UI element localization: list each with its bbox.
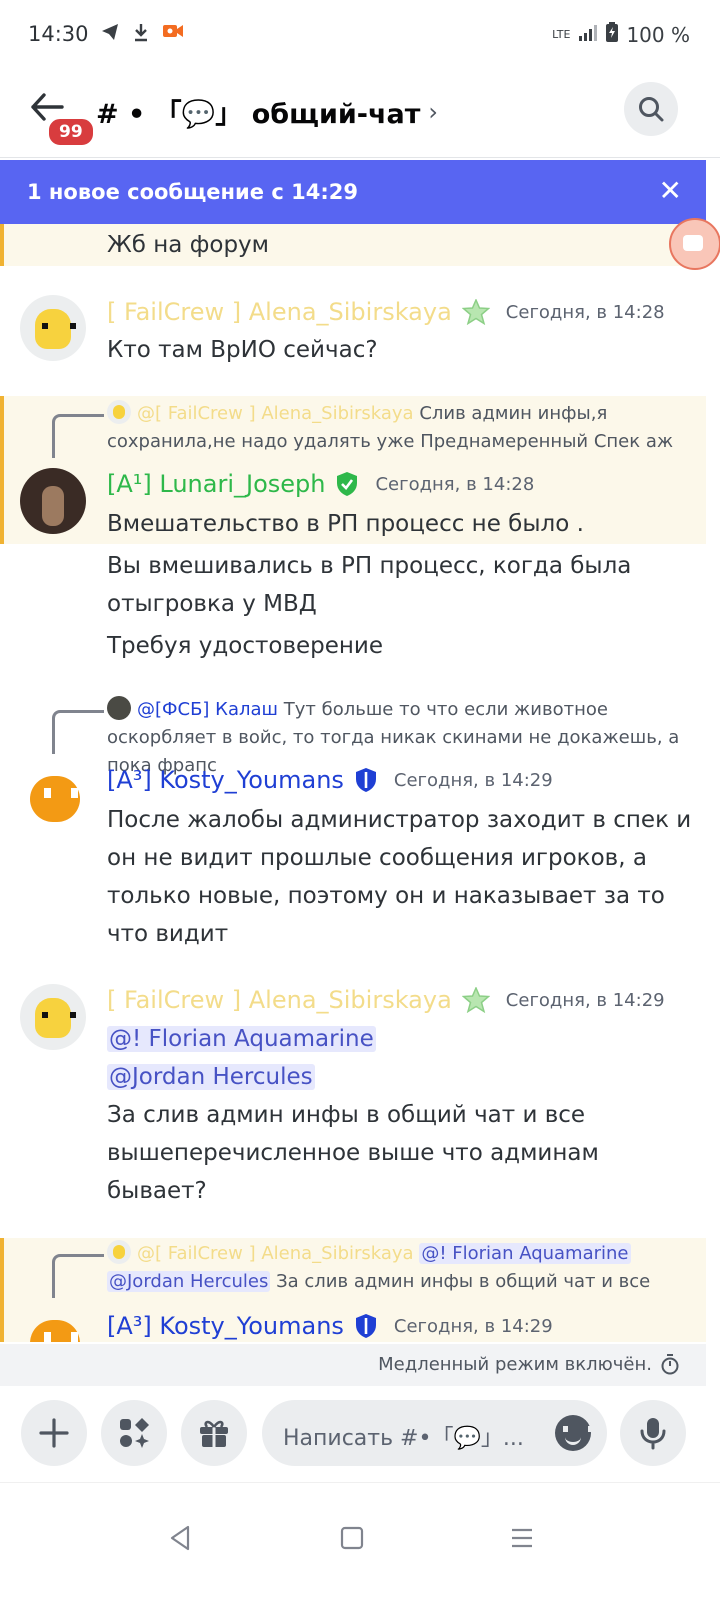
message-text: Жб на форум bbox=[107, 232, 270, 258]
message-text: Кто там ВрИО сейчас? bbox=[107, 337, 378, 363]
download-icon bbox=[132, 22, 150, 47]
network-label: LTE bbox=[552, 28, 571, 41]
new-messages-text: 1 новое сообщение с 14:29 bbox=[27, 180, 358, 204]
mention-line: @! Florian Aquamarine bbox=[107, 1020, 697, 1058]
avatar[interactable] bbox=[20, 764, 86, 830]
reply-preview[interactable]: @[ FailCrew ] Alena_Sibirskaya Слив адми… bbox=[52, 400, 692, 458]
message-header: [A¹] Lunari_Joseph Сегодня, в 14:28 bbox=[107, 470, 534, 498]
close-icon[interactable]: ✕ bbox=[659, 174, 682, 207]
apps-icon bbox=[120, 1418, 149, 1448]
avatar[interactable] bbox=[20, 295, 86, 361]
home-square-icon bbox=[340, 1526, 364, 1550]
message-text: Требуя удостоверение bbox=[107, 633, 384, 659]
message-text: После жалобы администратор заходит в спе… bbox=[107, 807, 692, 947]
back-triangle-icon bbox=[170, 1525, 190, 1551]
user-mention[interactable]: @! Florian Aquamarine bbox=[107, 1026, 376, 1052]
reply-author: @[ FailCrew ] Alena_Sibirskaya bbox=[137, 403, 414, 424]
author-name[interactable]: [ FailCrew ] Alena_Sibirskaya bbox=[107, 986, 452, 1014]
message-text: За слив админ инфы в общий чат и все выш… bbox=[107, 1102, 599, 1204]
channel-title[interactable]: # • 「💬」 общий-чат › bbox=[96, 92, 438, 131]
nav-home-button[interactable] bbox=[327, 1513, 377, 1563]
channel-name: # • 「💬」 общий-чат bbox=[96, 99, 421, 130]
channel-header: 99 # • 「💬」 общий-чат › bbox=[0, 72, 720, 158]
message-header: [ FailCrew ] Alena_Sibirskaya Сегодня, в… bbox=[107, 986, 665, 1014]
star-icon bbox=[461, 299, 490, 325]
reply-avatar bbox=[107, 1240, 131, 1264]
avatar[interactable] bbox=[20, 468, 86, 534]
author-name[interactable]: [A¹] Lunari_Joseph bbox=[107, 470, 325, 498]
timestamp: Сегодня, в 14:29 bbox=[505, 989, 665, 1011]
signal-icon bbox=[578, 23, 598, 47]
reply-author: @[ФСБ] Калаш bbox=[137, 699, 278, 720]
emoji-icon[interactable] bbox=[555, 1415, 593, 1451]
timestamp: Сегодня, в 14:28 bbox=[505, 301, 665, 323]
reply-connector bbox=[52, 710, 104, 754]
message-header: [ FailCrew ] Alena_Sibirskaya Сегодня, в… bbox=[107, 298, 665, 326]
gift-icon bbox=[200, 1420, 228, 1447]
microphone-icon bbox=[640, 1418, 666, 1450]
gift-button[interactable] bbox=[181, 1400, 247, 1466]
message-header: [A³] Kosty_Youmans Сегодня, в 14:29 bbox=[107, 766, 553, 794]
timer-icon bbox=[661, 1354, 679, 1375]
reply-connector bbox=[52, 1254, 104, 1298]
timestamp: Сегодня, в 14:29 bbox=[393, 769, 553, 791]
slow-mode-text: Медленный режим включён. bbox=[378, 1354, 652, 1375]
timestamp: Сегодня, в 14:28 bbox=[375, 473, 535, 495]
camera-icon bbox=[162, 22, 184, 47]
user-mention[interactable]: @Jordan Hercules bbox=[107, 1064, 315, 1090]
message-composer: Написать #•「💬」... bbox=[0, 1386, 720, 1482]
star-icon bbox=[461, 987, 490, 1013]
reply-content: @[ FailCrew ] Alena_Sibirskaya Слив адми… bbox=[107, 400, 697, 456]
attach-button[interactable] bbox=[21, 1400, 87, 1466]
message-input[interactable]: Написать #•「💬」... bbox=[262, 1400, 607, 1466]
unread-badge: 99 bbox=[46, 116, 96, 148]
status-time: 14:30 bbox=[28, 22, 89, 46]
voice-button[interactable] bbox=[620, 1400, 686, 1466]
search-button[interactable] bbox=[624, 82, 678, 136]
slow-mode-bar: Медленный режим включён. bbox=[0, 1344, 706, 1386]
menu-lines-icon bbox=[512, 1528, 532, 1548]
reply-avatar bbox=[107, 400, 131, 424]
system-navigation-bar bbox=[0, 1482, 720, 1600]
author-name[interactable]: [A³] Kosty_Youmans bbox=[107, 1312, 344, 1340]
shield-icon bbox=[355, 768, 376, 792]
battery-icon bbox=[606, 22, 619, 47]
search-icon bbox=[639, 97, 664, 122]
message-text: Вы вмешивались в РП процесс, когда была … bbox=[107, 553, 632, 617]
reply-content: @[ FailCrew ] Alena_Sibirskaya @! Floria… bbox=[107, 1240, 697, 1296]
mention-line: @Jordan Hercules bbox=[107, 1058, 697, 1096]
apps-button[interactable] bbox=[101, 1400, 167, 1466]
telegram-icon bbox=[100, 22, 120, 47]
user-mention: @! Florian Aquamarine bbox=[419, 1243, 631, 1264]
reply-connector bbox=[52, 414, 104, 458]
message-text: Вмешательство в РП процесс не было . bbox=[107, 511, 584, 537]
nav-recents-button[interactable] bbox=[497, 1513, 547, 1563]
reply-preview[interactable]: @[ФСБ] Калаш Тут больше то что если живо… bbox=[52, 696, 692, 776]
author-name[interactable]: [A³] Kosty_Youmans bbox=[107, 766, 344, 794]
shield-icon bbox=[355, 1314, 376, 1338]
call-bubble-button[interactable] bbox=[669, 218, 720, 270]
avatar[interactable] bbox=[20, 984, 86, 1050]
nav-back-button[interactable] bbox=[155, 1513, 205, 1563]
message-placeholder: Написать #•「💬」... bbox=[283, 1426, 524, 1451]
new-messages-banner[interactable]: 1 новое сообщение с 14:29 ✕ bbox=[0, 160, 706, 224]
status-right: LTE 100 % bbox=[552, 22, 690, 47]
status-bar: 14:30 LTE 100 % bbox=[0, 0, 720, 70]
reply-preview[interactable]: @[ FailCrew ] Alena_Sibirskaya @! Floria… bbox=[52, 1240, 692, 1298]
author-name[interactable]: [ FailCrew ] Alena_Sibirskaya bbox=[107, 298, 452, 326]
message-list[interactable]: Жб на форум [ FailCrew ] Alena_Sibirskay… bbox=[0, 224, 706, 1342]
user-mention: @Jordan Hercules bbox=[107, 1271, 271, 1292]
shield-icon bbox=[337, 472, 358, 496]
timestamp: Сегодня, в 14:29 bbox=[393, 1315, 553, 1337]
plus-icon bbox=[39, 1418, 69, 1448]
notification-icons bbox=[100, 22, 184, 47]
reply-avatar bbox=[107, 696, 131, 720]
reply-author: @[ FailCrew ] Alena_Sibirskaya bbox=[137, 1243, 414, 1264]
message-header: [A³] Kosty_Youmans Сегодня, в 14:29 bbox=[107, 1312, 553, 1340]
chevron-right-icon: › bbox=[428, 97, 439, 126]
battery-percent: 100 % bbox=[626, 22, 690, 47]
reply-text: За слив админ инфы в общий чат и все bbox=[276, 1271, 651, 1292]
